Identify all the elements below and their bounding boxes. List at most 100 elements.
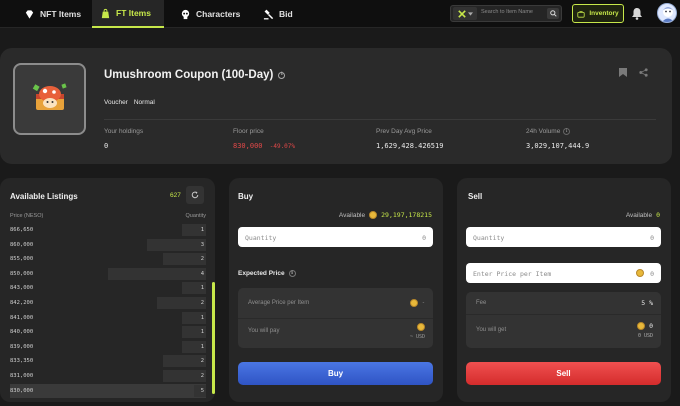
listing-price: 833,350: [10, 358, 34, 365]
get-value: 0: [649, 322, 653, 330]
expected-price-title: Expected Price: [238, 270, 296, 277]
listing-quantity: 1: [200, 343, 204, 350]
info-icon[interactable]: [563, 128, 571, 135]
quantity-placeholder: Quantity: [245, 234, 277, 242]
listings-rows: 866,650 1 860,000 3 855,000 2 850,000 4 843,000 1…: [10, 223, 206, 399]
fee-value: 5 %: [641, 299, 653, 307]
floor-price-value: 830,000: [233, 142, 263, 150]
listing-price: 842,200: [10, 299, 34, 306]
header-actions: [619, 68, 648, 77]
item-tags: Voucher Normal: [104, 99, 155, 106]
buy-panel: Buy Available 29,197,178215 Quantity 0 E…: [229, 178, 443, 402]
item-thumbnail: [13, 63, 86, 135]
tab-label: FT Items: [116, 8, 151, 18]
listing-quantity: 2: [200, 358, 204, 365]
top-nav: NFT Items FT Items Characters Bid Search…: [0, 0, 680, 28]
share-icon[interactable]: [639, 68, 648, 77]
bell-icon[interactable]: [631, 7, 643, 25]
refresh-button[interactable]: [186, 186, 204, 204]
available-label: Available: [338, 211, 366, 219]
tab-nft-items[interactable]: NFT Items: [16, 0, 89, 28]
listing-price: 860,000: [10, 241, 34, 248]
listing-row[interactable]: 860,000 3: [10, 238, 206, 253]
inventory-icon: [577, 10, 585, 18]
search-icon: [549, 10, 557, 17]
search-button[interactable]: [547, 8, 559, 19]
listings-scrollbar[interactable]: [212, 282, 215, 394]
listing-quantity: 1: [200, 227, 204, 233]
tab-ft-items[interactable]: FT Items: [92, 0, 164, 28]
listing-price: 830,000: [10, 387, 34, 394]
listing-row[interactable]: 855,000 2: [10, 252, 206, 267]
header-divider: [104, 119, 656, 120]
listing-quantity: 3: [200, 241, 204, 248]
listing-quantity: 2: [200, 256, 204, 263]
inventory-button[interactable]: Inventory: [572, 4, 624, 23]
sell-panel: Sell Available 0 Quantity 0 Enter Price …: [457, 178, 671, 402]
get-usd: 0 USD: [637, 333, 653, 339]
listing-row[interactable]: 840,000 1: [10, 325, 206, 340]
depth-bar: [157, 296, 206, 309]
avg-price-label: Average Price per Item: [248, 300, 310, 306]
available-value: 29,197,178215: [381, 211, 432, 219]
listing-quantity: 2: [200, 372, 204, 379]
tab-characters[interactable]: Characters: [172, 0, 248, 28]
stat-label: Your holdings: [104, 128, 144, 135]
listing-row[interactable]: 830,000 5: [10, 383, 206, 399]
listings-count: 627: [170, 192, 181, 199]
listing-row[interactable]: 833,350 2: [10, 354, 206, 369]
sell-summary-box: Fee 5 % You will get 0 0 USD: [466, 292, 661, 348]
listing-row[interactable]: 842,200 2: [10, 296, 206, 311]
depth-bar: [108, 267, 206, 280]
listing-row[interactable]: 831,000 2: [10, 369, 206, 384]
coin-icon: [417, 323, 425, 331]
listing-quantity: 5: [200, 387, 204, 394]
info-icon[interactable]: [288, 270, 296, 277]
brand-selector[interactable]: [453, 7, 477, 20]
info-icon[interactable]: [278, 71, 286, 79]
search-bar[interactable]: Search to Item Name: [450, 5, 562, 22]
stat-floor-price: Floor price 830,000 -49.07%: [233, 128, 295, 150]
item-header-card: Umushroom Coupon (100-Day) Voucher Norma…: [0, 48, 672, 164]
bag-icon: [100, 8, 111, 19]
listing-row[interactable]: 843,000 1: [10, 281, 206, 296]
gavel-icon: [263, 9, 274, 20]
listing-quantity: 1: [200, 285, 204, 292]
listing-row[interactable]: 839,000 1: [10, 340, 206, 355]
stat-value: 3,029,107,444.9: [526, 142, 590, 150]
sell-button[interactable]: Sell: [466, 362, 661, 385]
stat-label: Prev Day Avg Price: [376, 128, 432, 135]
tab-label: NFT Items: [40, 9, 82, 19]
listing-price: 839,000: [10, 343, 34, 350]
listing-quantity: 1: [200, 329, 204, 336]
search-input[interactable]: Search to Item Name: [481, 9, 533, 15]
buy-quantity-input[interactable]: Quantity 0: [238, 227, 433, 247]
listing-price: 831,000: [10, 372, 34, 379]
listing-quantity: 4: [200, 270, 204, 277]
quantity-value: 0: [650, 234, 654, 242]
listing-quantity: 2: [200, 299, 204, 306]
bookmark-icon[interactable]: [619, 68, 627, 77]
listings-panel: Available Listings 627 Price (NESO) Quan…: [0, 178, 215, 402]
stat-label: 24h Volume: [526, 128, 561, 135]
stat-prev-day-avg: Prev Day Avg Price 1,629,428.426519: [376, 128, 443, 150]
depth-bar: [162, 355, 206, 368]
listing-price: 840,000: [10, 329, 34, 336]
fee-label: Fee: [476, 300, 487, 306]
listing-price: 855,000: [10, 256, 34, 263]
buy-button[interactable]: Buy: [238, 362, 433, 385]
avg-price-row: -: [409, 299, 425, 307]
stat-value: 1,629,428.426519: [376, 142, 444, 150]
tab-bid[interactable]: Bid: [255, 0, 301, 28]
avatar[interactable]: [657, 3, 677, 23]
skull-icon: [180, 9, 191, 20]
listings-header: Price (NESO) Quantity: [10, 213, 206, 219]
tag-grade: Normal: [133, 99, 155, 106]
listing-row[interactable]: 841,000 1: [10, 311, 206, 326]
buy-summary-box: Average Price per Item - You will pay ~ …: [238, 288, 433, 348]
stat-holdings: Your holdings 0: [104, 128, 143, 150]
sell-quantity-input[interactable]: Quantity 0: [466, 227, 661, 247]
listing-row[interactable]: 850,000 4: [10, 267, 206, 282]
listing-row[interactable]: 866,650 1: [10, 223, 206, 238]
sell-price-input[interactable]: Enter Price per Item 0: [466, 263, 661, 283]
